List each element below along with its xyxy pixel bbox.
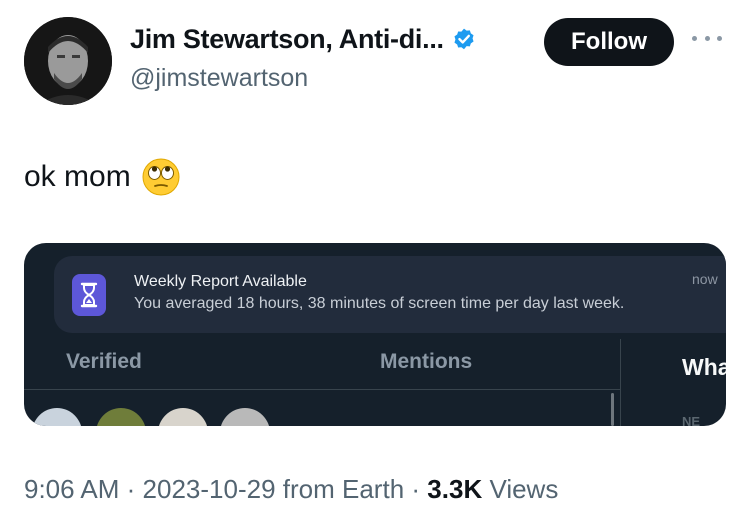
tweet-time[interactable]: 9:06 AM: [24, 474, 119, 504]
separator: ·: [126, 474, 136, 504]
separator: ·: [411, 474, 421, 504]
tweet-date[interactable]: 2023-10-29: [143, 474, 276, 504]
author-avatar[interactable]: [24, 17, 112, 105]
tab-verified: Verified: [66, 350, 142, 373]
tweet-media-image[interactable]: Weekly Report Available You averaged 18 …: [24, 243, 726, 426]
tweet-source: from Earth: [282, 474, 405, 504]
column-divider: [620, 339, 621, 426]
avatar: [220, 408, 270, 426]
avatar-photo: [24, 17, 112, 105]
follow-button[interactable]: Follow: [544, 18, 674, 66]
tab-divider: [24, 389, 620, 390]
avatar: [96, 408, 146, 426]
author-name-row: Jim Stewartson, Anti-di...: [130, 24, 477, 55]
author-display-name[interactable]: Jim Stewartson, Anti-di...: [130, 24, 444, 55]
tweet-body: ok mom: [24, 157, 181, 197]
author-handle[interactable]: @jimstewartson: [130, 64, 308, 93]
views-count[interactable]: 3.3K: [427, 474, 482, 504]
views-label: Views: [489, 474, 559, 504]
tweet-text: ok mom: [24, 160, 131, 193]
notification-time: now: [692, 271, 718, 287]
avatar: [32, 408, 82, 426]
tweet-metadata: 9:06 AM · 2023-10-29 from Earth · 3.3K V…: [24, 474, 558, 505]
scrollbar: [611, 393, 614, 426]
avatar: [158, 408, 208, 426]
notification-body: You averaged 18 hours, 38 minutes of scr…: [134, 295, 625, 312]
tab-mentions: Mentions: [380, 350, 473, 373]
screen-time-notification: Weekly Report Available You averaged 18 …: [54, 256, 726, 333]
rolling-eyes-emoji-icon: [142, 158, 180, 196]
verified-badge-icon[interactable]: [451, 27, 477, 53]
hourglass-icon: [72, 274, 106, 316]
more-options-icon[interactable]: [692, 32, 722, 44]
partial-label: NE: [682, 414, 701, 426]
tab-whats-happening: Wha: [682, 354, 726, 380]
notification-title: Weekly Report Available: [134, 273, 307, 290]
